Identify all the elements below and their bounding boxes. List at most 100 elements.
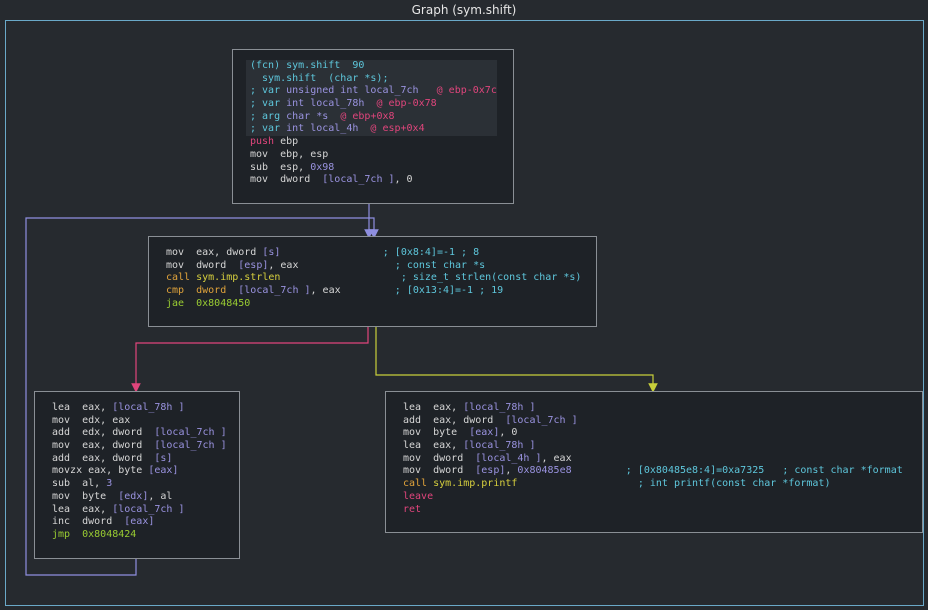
code-token: jae <box>166 297 197 309</box>
code-token: [eax] <box>469 427 500 439</box>
code-token: lea <box>52 402 83 413</box>
code-token: mov <box>403 452 434 464</box>
code-token: lea <box>403 402 434 413</box>
code-line[interactable]: mov eax, dword [local_7ch ] <box>52 440 239 453</box>
code-token: movzx <box>52 465 89 477</box>
code-token: mov <box>52 414 83 426</box>
code-token: sym.shift (char *s); <box>250 72 389 84</box>
code-token: add <box>52 452 83 464</box>
code-line[interactable]: jmp 0x8048424 <box>52 529 239 542</box>
code-token: ; size_t strlen(const char *s) <box>280 272 582 284</box>
code-token: ebp, esp <box>280 148 329 160</box>
code-token: , eax <box>541 452 572 464</box>
code-line[interactable]: (fcn) sym.shift 90 <box>246 60 497 73</box>
code-line[interactable]: lea eax, [local_78h ] <box>403 440 922 453</box>
code-line[interactable]: call sym.imp.strlen ; size_t strlen(cons… <box>166 272 596 285</box>
code-token: , 0 <box>499 427 518 439</box>
code-token: [local_7ch ] <box>505 414 578 426</box>
code-line[interactable]: mov byte [edx], al <box>52 491 239 504</box>
code-token: leave <box>403 490 434 502</box>
code-token: ; var <box>250 98 287 110</box>
code-token: eax, dword <box>433 414 506 426</box>
code-token: 0x8048424 <box>82 528 137 540</box>
code-token: [local_4h ] <box>475 452 542 464</box>
code-line[interactable]: sub al, 3 <box>52 478 239 491</box>
code-token: push <box>250 136 281 148</box>
code-token: 0x80485e8 <box>517 465 572 477</box>
code-line[interactable]: mov dword [esp], eax ; const char *s <box>166 260 596 273</box>
code-token: , eax <box>310 285 341 297</box>
code-line[interactable]: mov edx, eax <box>52 415 239 428</box>
code-line[interactable]: mov ebp, esp <box>250 149 513 162</box>
code-token: [s] <box>154 452 173 464</box>
code-line[interactable]: push ebp <box>250 136 513 149</box>
code-token: (fcn) sym.shift 90 <box>250 60 365 71</box>
code-line[interactable]: mov byte [eax], 0 <box>403 427 922 440</box>
code-token: inc <box>52 516 83 528</box>
code-token: [local_78h ] <box>112 402 185 413</box>
code-line[interactable]: mov dword [esp], 0x80485e8 ; [0x80485e8:… <box>403 465 922 478</box>
code-token: dword <box>196 285 239 297</box>
code-line[interactable]: mov dword [local_7ch ], 0 <box>250 174 513 187</box>
code-line[interactable]: sym.shift (char *s); <box>246 72 497 86</box>
code-token: mov <box>52 440 83 452</box>
code-token: add <box>403 414 434 426</box>
code-token: dword <box>433 465 476 477</box>
code-line[interactable]: movzx eax, byte [eax] <box>52 465 239 478</box>
code-token: sub <box>250 161 281 173</box>
code-line[interactable]: ; var int local_4h @ esp+0x4 <box>246 123 497 137</box>
code-token: mov <box>52 490 83 502</box>
code-line[interactable]: leave <box>403 491 922 504</box>
code-line[interactable]: mov dword [local_4h ], eax <box>403 453 922 466</box>
edge-b2-b4 <box>375 327 658 393</box>
code-token: unsigned int local_7ch <box>286 85 419 97</box>
code-token: eax, <box>82 402 113 413</box>
code-line[interactable]: lea eax, [local_78h ] <box>403 402 922 415</box>
code-token: sym.imp.strlen <box>196 272 281 284</box>
code-token: mov <box>403 427 434 439</box>
code-block-compare[interactable]: mov eax, dword [s] ; [0x8:4]=-1 ; 8 mov d… <box>148 236 597 327</box>
code-line[interactable]: jae 0x8048450 <box>166 298 596 311</box>
code-token: eax, dword <box>82 440 155 452</box>
code-block-entry[interactable]: (fcn) sym.shift 90 sym.shift (char *s);;… <box>232 49 514 204</box>
code-line[interactable]: sub esp, 0x98 <box>250 162 513 175</box>
code-token: [edx] <box>118 490 149 502</box>
code-token: dword <box>280 174 323 186</box>
code-line[interactable]: lea eax, [local_78h ] <box>52 402 239 415</box>
code-token: ret <box>403 503 422 515</box>
code-token: eax, byte <box>88 465 149 477</box>
code-line[interactable]: ; var unsigned int local_7ch @ ebp-0x7c <box>246 85 497 99</box>
code-token: ; [0x80485e8:4]=0xa7325 ; const char *fo… <box>571 465 903 477</box>
code-line[interactable]: mov eax, dword [s] ; [0x8:4]=-1 ; 8 <box>166 247 596 260</box>
code-line[interactable]: add eax, dword [s] <box>52 453 239 466</box>
code-line[interactable]: call sym.imp.printf ; int printf(const c… <box>403 478 922 491</box>
code-line[interactable]: add edx, dword [local_7ch ] <box>52 427 239 440</box>
code-line[interactable]: ; arg char *s @ ebp+0x8 <box>246 110 497 124</box>
code-token: mov <box>166 259 197 271</box>
code-token: dword <box>82 516 125 528</box>
code-token: ; var <box>250 123 287 135</box>
code-block-exit[interactable]: lea eax, [local_78h ] add eax, dword [loc… <box>385 391 923 533</box>
code-line[interactable]: inc dword [eax] <box>52 516 239 529</box>
code-line[interactable]: ret <box>403 504 922 517</box>
code-line[interactable]: lea eax, [local_7ch ] <box>52 504 239 517</box>
code-line[interactable]: ; var int local_78h @ ebp-0x78 <box>246 98 497 111</box>
code-token: , 0 <box>394 174 413 186</box>
code-token: edx, dword <box>82 427 155 439</box>
code-token: [esp] <box>238 259 269 271</box>
code-token: eax, dword <box>196 247 263 258</box>
code-line[interactable]: add eax, dword [local_7ch ] <box>403 415 922 428</box>
code-block-loop-body[interactable]: lea eax, [local_78h ] mov edx, eax add edx… <box>34 391 240 559</box>
code-token: dword <box>433 452 476 464</box>
code-token: , al <box>148 490 173 502</box>
code-token: , eax <box>268 259 299 271</box>
code-token: ; const char *s <box>298 259 486 271</box>
code-line[interactable]: cmp dword [local_7ch ], eax ; [0x13:4]=-… <box>166 285 596 298</box>
code-token: lea <box>403 440 434 452</box>
code-token: [local_78h ] <box>463 440 536 452</box>
code-token: mov <box>403 465 434 477</box>
code-token: eax, <box>82 503 113 515</box>
code-token: 3 <box>106 478 113 490</box>
code-token: ; [0x13:4]=-1 ; 19 <box>340 285 504 297</box>
code-token: @ ebp+0x8 <box>328 110 395 122</box>
